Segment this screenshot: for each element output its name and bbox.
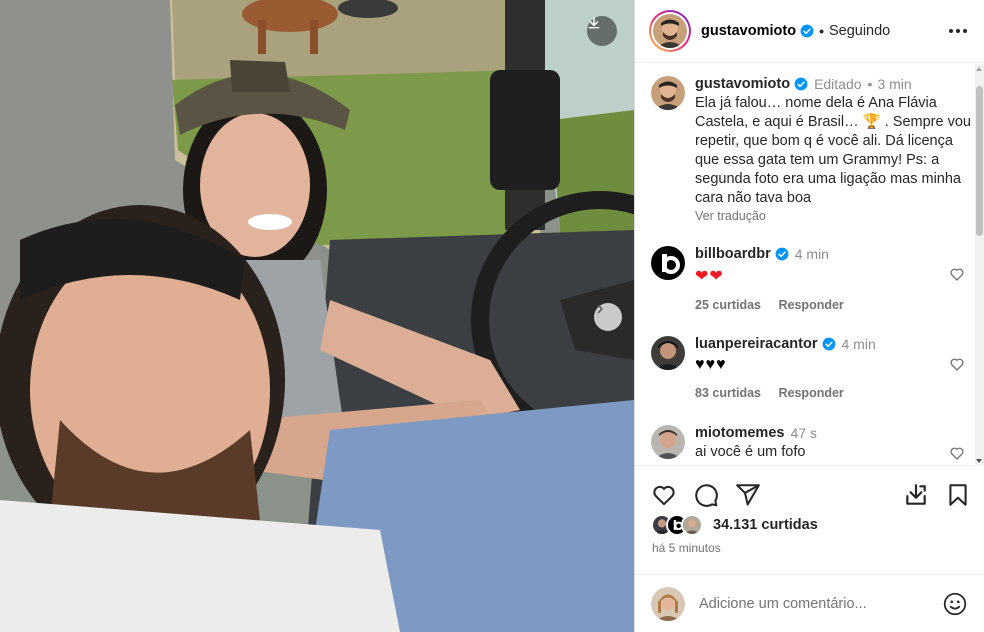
comment-like-icon[interactable] xyxy=(949,266,965,282)
download-icon xyxy=(588,17,600,29)
photo-next-button[interactable] xyxy=(594,303,622,331)
likes-summary: 34.131 curtidas xyxy=(651,514,818,536)
author-username[interactable]: gustavomioto xyxy=(701,23,796,39)
comment-actions: 83 curtidas Responder xyxy=(695,386,973,400)
comment-likes[interactable]: 25 curtidas xyxy=(695,298,761,312)
comment-button[interactable] xyxy=(693,482,719,508)
photo-illustration xyxy=(0,0,634,632)
comment-time[interactable]: 47 s xyxy=(790,425,816,441)
comment-text: ♥♥♥ xyxy=(695,356,727,373)
post-side-panel: gustavomioto • Seguindo gustavomioto Edi… xyxy=(634,0,984,632)
post-header: gustavomioto • Seguindo xyxy=(635,0,984,63)
photo-download-button[interactable] xyxy=(587,16,617,46)
comment-text: ❤❤ xyxy=(695,268,724,285)
comments-scrollbar[interactable] xyxy=(975,64,984,466)
comment-time[interactable]: 4 min xyxy=(842,336,876,352)
verified-badge-icon xyxy=(794,77,808,91)
commenter-avatar[interactable] xyxy=(651,246,685,280)
author-avatar-ring[interactable] xyxy=(649,10,691,52)
comment-time[interactable]: 4 min xyxy=(795,246,829,262)
share-icon xyxy=(736,484,760,506)
caption-username[interactable]: gustavomioto xyxy=(695,76,790,92)
separator-dot: • xyxy=(819,23,824,39)
verified-badge-icon xyxy=(775,247,789,261)
reply-button[interactable]: Responder xyxy=(779,298,844,312)
comment-text: ai você é um fofo xyxy=(695,444,806,460)
scroll-down-icon[interactable] xyxy=(976,459,982,463)
like-button[interactable] xyxy=(651,482,677,508)
translate-link[interactable]: Ver tradução xyxy=(695,209,973,223)
verified-badge-icon xyxy=(822,337,835,351)
post-action-bar xyxy=(651,480,971,510)
more-horizontal-icon xyxy=(949,29,967,33)
chevron-right-icon xyxy=(597,304,603,314)
caption-item: gustavomioto Editado • 3 min Ela já falo… xyxy=(651,76,973,223)
save-button[interactable] xyxy=(945,482,971,508)
comment-username[interactable]: miotomemes xyxy=(695,425,784,441)
likes-count[interactable]: 34.131 curtidas xyxy=(713,517,818,533)
comment-item: billboardbr 4 min ❤❤ 25 curtidas Respond… xyxy=(651,246,973,312)
comment-item: luanpereiracantor 4 min ♥♥♥ 83 curtidas … xyxy=(651,336,973,400)
bookmark-icon xyxy=(949,484,967,506)
commenter-avatar[interactable] xyxy=(651,336,685,370)
share-button[interactable] xyxy=(735,482,761,508)
separator-dot: • xyxy=(867,76,873,92)
download-icon xyxy=(906,484,926,505)
comment-username[interactable]: luanpereiracantor xyxy=(695,336,818,352)
post-timestamp[interactable]: há 5 minutos xyxy=(652,541,721,555)
emoji-icon[interactable] xyxy=(942,591,968,617)
verified-badge-icon xyxy=(800,24,814,38)
comment-icon xyxy=(695,484,718,507)
comment-likes[interactable]: 83 curtidas xyxy=(695,386,761,400)
liker-avatar xyxy=(681,514,703,536)
comment-username[interactable]: billboardbr xyxy=(695,246,771,262)
comment-like-icon[interactable] xyxy=(949,356,965,372)
comment-item: miotomemes 47 s ai você é um fofo xyxy=(651,425,973,462)
post-photo xyxy=(0,0,634,632)
reply-button[interactable]: Responder xyxy=(779,386,844,400)
caption-edited-label: Editado xyxy=(814,76,862,92)
commenter-avatar[interactable] xyxy=(651,425,685,459)
avatar xyxy=(653,14,687,48)
likers-avatars[interactable] xyxy=(651,514,707,536)
current-user-avatar xyxy=(651,586,685,621)
heart-icon xyxy=(653,485,675,506)
caption-time[interactable]: 3 min xyxy=(877,76,911,92)
comment-like-icon[interactable] xyxy=(949,445,965,461)
add-comment-bar xyxy=(635,574,984,632)
scroll-up-icon[interactable] xyxy=(976,67,982,71)
author-info: gustavomioto • Seguindo xyxy=(701,23,890,39)
comment-actions: 25 curtidas Responder xyxy=(695,298,973,312)
comment-input[interactable] xyxy=(699,595,919,612)
download-button[interactable] xyxy=(903,482,929,508)
comments-section[interactable]: gustavomioto Editado • 3 min Ela já falo… xyxy=(635,64,984,466)
follow-status-button[interactable]: Seguindo xyxy=(829,23,890,39)
caption-avatar[interactable] xyxy=(651,76,685,110)
more-options-button[interactable] xyxy=(946,19,970,43)
caption-text: Ela já falou… nome dela é Ana Flávia Cas… xyxy=(695,95,971,206)
scrollbar-thumb[interactable] xyxy=(976,86,983,236)
